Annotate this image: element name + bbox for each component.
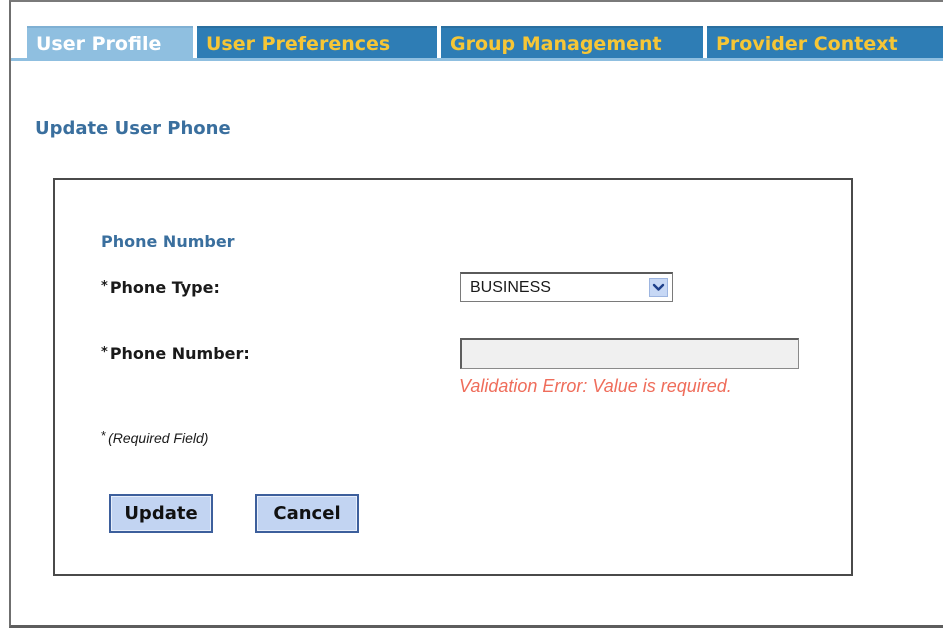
cancel-button[interactable]: Cancel xyxy=(255,494,359,533)
tab-underline xyxy=(11,58,943,61)
phone-number-label: * Phone Number: xyxy=(101,344,250,363)
required-marker: * xyxy=(101,428,107,443)
required-marker: * xyxy=(101,279,108,294)
tab-user-profile[interactable]: User Profile xyxy=(27,26,193,58)
app-window: User Profile User Preferences Group Mana… xyxy=(9,0,943,628)
chevron-down-icon[interactable] xyxy=(649,278,668,297)
update-button[interactable]: Update xyxy=(109,494,213,533)
phone-number-label-text: Phone Number: xyxy=(109,344,250,363)
page-title: Update User Phone xyxy=(35,118,231,139)
phone-number-input[interactable] xyxy=(460,338,799,369)
phone-type-label: * Phone Type: xyxy=(101,278,220,297)
tab-group-management[interactable]: Group Management xyxy=(441,26,703,58)
required-marker: * xyxy=(101,345,108,360)
required-field-note: * (Required Field) xyxy=(101,428,208,446)
tab-user-preferences[interactable]: User Preferences xyxy=(197,26,437,58)
phone-type-select[interactable]: BUSINESS xyxy=(460,272,673,302)
required-field-note-text: (Required Field) xyxy=(108,430,209,446)
validation-error-message: Validation Error: Value is required. xyxy=(459,376,732,396)
tab-bar: User Profile User Preferences Group Mana… xyxy=(11,2,943,58)
section-title: Phone Number xyxy=(101,232,235,251)
phone-type-label-text: Phone Type: xyxy=(109,278,220,297)
phone-type-selected-value: BUSINESS xyxy=(470,279,551,296)
tab-provider-context[interactable]: Provider Context xyxy=(707,26,943,58)
phone-form-panel: Phone Number * Phone Type: BUSINESS * Phon… xyxy=(53,178,853,576)
